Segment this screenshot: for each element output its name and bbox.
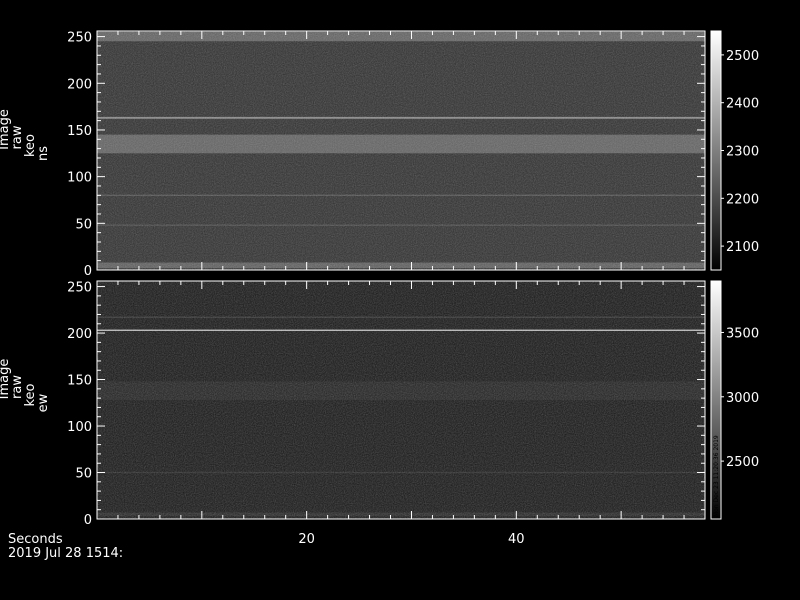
y-tick-label: 200 [67,77,92,92]
y-tick-label: 250 [67,281,92,296]
colorbar-tick-label: 3000 [726,391,759,406]
keogram-figure: Seconds 2019 Jul 28 1514: 05010015020025… [0,30,759,561]
y-tick-label: 150 [67,124,92,139]
panel-2: 0 50 100 150 200 250 20 40 Imagerawkeoew 2500 3000… [0,280,759,547]
y-tick-label: 100 [67,171,92,186]
y-tick-label: 0 [84,264,92,279]
y-axis-label: Imagerawkeoew [0,359,51,413]
colorbar-tick-label: 3500 [726,326,759,341]
colorbar-tick-label: 2500 [726,49,759,64]
y-tick-label: 200 [67,327,92,342]
x-tick-label: 40 [508,532,525,547]
y-axis-label: Imagerawkeons [0,109,51,161]
colorbar [710,30,722,271]
y-tick-label: 150 [67,374,92,389]
y-tick-label: 50 [75,217,92,232]
x-tick-label: 20 [298,532,315,547]
colorbar-tick-label: 2300 [726,145,759,160]
x-axis-label: Seconds [8,532,63,547]
colorbar-annotation: Mon Dec 23 11:20:36 2019 [713,435,720,517]
y-tick-label: 100 [67,420,92,435]
keogram-noise [97,281,705,519]
y-tick-label: 50 [75,467,92,482]
panel-1: 0 50 100 150 200 250 Imagerawkeons 2100 2200 2300… [0,30,759,279]
timestamp: 2019 Jul 28 1514: [8,546,123,561]
colorbar-tick-label: 2200 [726,192,759,207]
y-axis-label-word: ns [36,146,51,161]
y-axis-label-word: ew [36,393,51,412]
colorbar-tick-label: 2100 [726,240,759,255]
colorbar-tick-label: 2500 [726,455,759,470]
keogram-noise [97,31,705,270]
colorbar-tick-label: 2400 [726,97,759,112]
y-tick-label: 0 [84,513,92,528]
y-tick-label: 250 [67,31,92,46]
